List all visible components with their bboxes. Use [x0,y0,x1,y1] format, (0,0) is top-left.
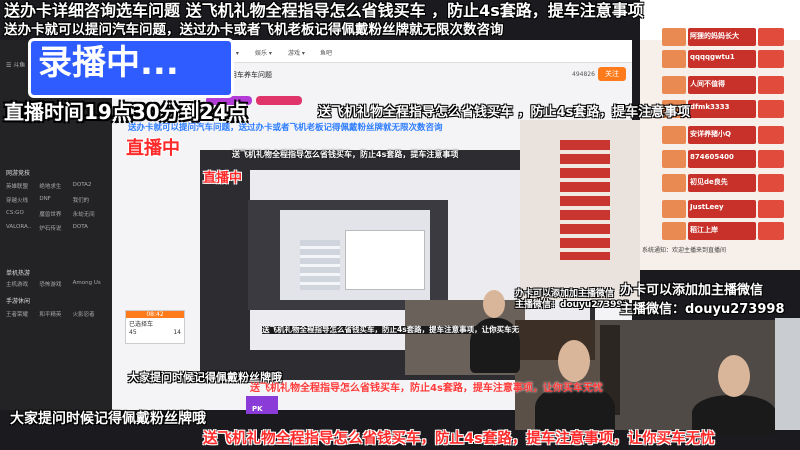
countdown-time: 08:42 [126,311,184,318]
recording-label: 录播中... [38,43,179,83]
sidebar-game[interactable]: 魔兽世界 [39,210,72,218]
countdown-value: 14 [173,329,181,336]
nested-remind: 大家提问时候记得佩戴粉丝牌哦 [128,371,282,384]
sidebar-game[interactable]: DOTA [73,224,106,232]
sidebar-game[interactable]: Among Us [73,280,106,288]
room-title: 用车养车问题 [230,71,272,79]
fans-count: 494826 [572,71,595,78]
countdown-value: 45 [129,329,137,336]
sidebar-section-1[interactable]: 网游竞技 [6,168,30,177]
live-hours: 直播时间19点30分到24点 [4,100,248,124]
sidebar-game[interactable]: 我们的 [73,196,106,204]
countdown-widget: 08:42 已选择车 45 14 [125,310,185,344]
nested-caption: 送飞机礼物全程指导怎么省钱买车 ，防止4s套路，提车注意事项 [318,105,691,120]
wechat-prompt-small: 办卡可以添加加主播微信 [515,289,615,299]
sidebar-section-2[interactable]: 单机热游 [6,268,30,277]
chat-avatar [662,28,686,46]
sidebar-game[interactable]: 王者荣耀 [6,310,39,318]
chat-avatar [662,200,686,218]
nested-dialog [345,230,425,290]
sidebar-game[interactable]: 主机游戏 [6,280,39,288]
pk-badge: PK [246,396,278,414]
wechat-id-small: 主播微信：douyu273998 [515,300,629,310]
countdown-label: 已选择车 [129,321,154,328]
top-caption-1: 送办卡详细咨询选车问题 送飞机礼物全程指导怎么省钱买车 ，防止4s套路，提车注意… [4,1,644,20]
gift-icon [758,222,784,240]
chat-avatar [662,222,686,240]
chat-avatar [662,174,686,192]
live-badge: 直播中 [126,138,180,159]
sidebar-game[interactable]: 火影忍者 [73,310,106,318]
nested-bottom-caption: 送飞机礼物全程指导怎么省钱买车，防止4s套路，提车注意事项，让你买车无 [262,325,520,334]
streamer-person [692,395,776,435]
remind-caption: 大家提问时候记得佩戴粉丝牌哦 [10,411,206,427]
nested-chat-list [560,140,610,260]
pk-label: PK [252,405,263,413]
window-light [775,318,800,430]
gift-icon [758,76,784,94]
chat-username: 阿狸的妈妈长大 [690,32,739,40]
gift-icon [758,126,784,144]
bottom-caption: 送飞机礼物全程指导怎么省钱买车，防止4s套路，提车注意事项，让你买车无忧 [203,431,715,447]
chat-username: 人间不值得 [690,80,725,88]
follow-button[interactable]: 关注 [598,67,626,81]
sidebar-game[interactable]: 穿越火线 [6,196,39,204]
chat-username: qqqqgwtu1 [690,53,735,61]
nav-entertainment[interactable]: 娱乐 ▾ [255,48,272,57]
sidebar-game-grid: 英雄联盟 绝地求生 DOTA2 穿越火线 DNF 我们的 CS:GO 魔兽世界 … [6,182,106,232]
sidebar-game[interactable]: 永劫无间 [73,210,106,218]
sidebar-game[interactable]: 和平精英 [39,310,72,318]
gift-icon [758,100,784,118]
chat-avatar [662,76,686,94]
live-badge-small: 直播中 [203,171,243,186]
streamer-face [718,355,750,397]
gift-icon [758,50,784,68]
room-tag [256,96,302,105]
gift-icon [758,174,784,192]
nav-games[interactable]: 游戏 ▾ [288,48,305,57]
nested-caption-3: 送飞机礼物全程指导怎么省钱买车，防止4s套路，提车注意事项 [232,150,459,159]
nested-list [300,240,340,290]
nav-fishbar[interactable]: 鱼吧 [320,48,332,57]
sidebar-game[interactable]: 恐怖游戏 [39,280,72,288]
top-caption-2: 送办卡就可以提问汽车问题，送过办卡或者飞机老板记得佩戴粉丝牌就无限次数咨询 [4,22,504,38]
chat-username: dfmk3333 [690,103,730,111]
gift-icon [758,150,784,168]
gift-icon [758,28,784,46]
wechat-id: 主播微信：douyu273998 [620,302,785,317]
sidebar-game[interactable]: DOTA2 [73,182,106,190]
nested-caption-2: 送办卡就可以提问汽车问题，送过办卡或者飞机老板记得佩戴粉丝牌就无限次数咨询 [128,123,443,133]
chat-username: 安详养猪小Q [690,130,731,138]
sidebar-game[interactable]: CS:GO [6,210,39,218]
sidebar-section-3[interactable]: 手游休闲 [6,296,30,305]
sidebar-game[interactable]: 英雄联盟 [6,182,39,190]
chat-username: JustLeey [690,203,724,211]
nested-bottom-caption-2: 送飞机礼物全程指导怎么省钱买车，防止4s套路，提车注意事项，让你买车无忧 [250,383,603,394]
sidebar-game-grid-2: 主机游戏 恐怖游戏 Among Us [6,280,106,288]
streamer-face [483,290,505,318]
sidebar-header: ☰ 斗鱼 [6,62,26,69]
chat-username: 874605400 [690,153,734,161]
sidebar-game-grid-3: 王者荣耀 和平精英 火影忍者 [6,310,106,318]
streamer-face [558,340,590,382]
chat-avatar [662,150,686,168]
gift-icon [758,200,784,218]
chat-username: 稻江上岸 [690,226,718,234]
sidebar-game[interactable]: VALORA.. [6,224,39,232]
sidebar-game[interactable]: 炉石传说 [39,224,72,232]
chat-avatar [662,50,686,68]
chat-avatar [662,126,686,144]
sidebar-game[interactable]: 绝地求生 [39,182,72,190]
chat-username: 初见de良先 [690,178,728,186]
sidebar-game[interactable]: DNF [39,196,72,204]
chat-system-message: 系统通知：欢迎主播来到直播间 [642,247,727,254]
wechat-prompt: 办卡可以添加加主播微信 [620,283,764,298]
